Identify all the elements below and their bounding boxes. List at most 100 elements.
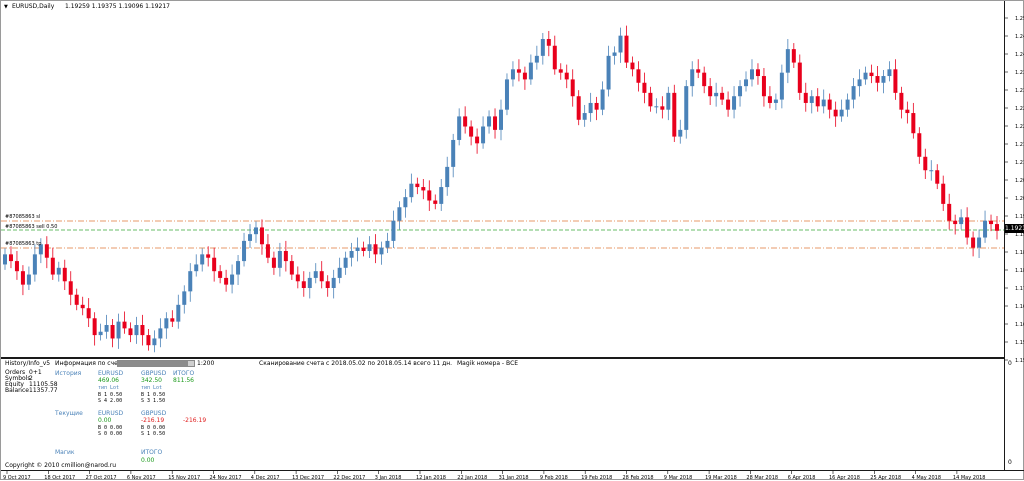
candle-body: [14, 261, 19, 272]
candle-body: [50, 257, 55, 275]
current-price-tag: 1.19217: [1005, 224, 1024, 233]
chart-window[interactable]: 1.25525 1.24985 1.24445 1.23905 1.23380 1.228…: [0, 0, 1024, 481]
candle-body: [773, 99, 778, 103]
leverage-label: 1:200: [197, 360, 215, 367]
candle-body: [164, 318, 169, 329]
date-axis-label: 6 Apr 2018: [788, 475, 816, 481]
candle-body: [397, 207, 402, 221]
candle-body: [726, 99, 731, 110]
candle-body: [463, 116, 468, 127]
current-total-value: -216.19: [183, 417, 207, 424]
candle-body: [415, 183, 420, 188]
candle-body: [379, 247, 384, 255]
candle-body: [391, 220, 396, 241]
candle-body: [720, 92, 725, 100]
candle-body: [744, 79, 749, 87]
candle-body: [911, 113, 916, 134]
balance-label: Balance: [5, 387, 29, 394]
candle-body: [546, 39, 551, 46]
candle-body: [600, 89, 605, 110]
candle-body: [504, 79, 509, 110]
candle-body: [86, 308, 91, 319]
candle-body: [570, 79, 575, 97]
candle-body: [277, 250, 282, 268]
candle-body: [869, 72, 874, 77]
candle-body: [385, 240, 390, 248]
date-axis-label: 14 May 2018: [953, 475, 986, 481]
candle-body: [439, 187, 444, 204]
magic-total-value: 0.00: [141, 457, 155, 464]
candle-body: [558, 69, 563, 73]
candle-body: [899, 92, 904, 110]
candle-body: [905, 109, 910, 114]
scan-progress-fill: [118, 361, 188, 366]
dropdown-arrow-icon[interactable]: ▼: [4, 3, 8, 11]
candle-body: [636, 69, 641, 83]
candle-body: [612, 52, 617, 56]
price-axis-label: 1.22300: [1015, 124, 1024, 130]
price-axis-label: 1.22840: [1015, 106, 1024, 112]
candle-body: [230, 274, 235, 285]
candle-body: [373, 244, 378, 255]
candle-body: [576, 96, 581, 120]
date-axis-label: 9 Feb 2018: [540, 475, 568, 481]
sl-line-label: #87085863 sl: [5, 214, 41, 220]
candle-body: [301, 281, 306, 288]
candle-body: [732, 96, 737, 110]
candle-body: [457, 116, 462, 140]
candle-body: [499, 109, 503, 130]
candle-body: [977, 237, 982, 248]
candle-body: [218, 271, 223, 278]
candle-body: [110, 325, 115, 339]
date-axis-label: 31 Jan 2018: [499, 475, 529, 481]
candle-body: [427, 190, 432, 201]
candle-body: [755, 69, 760, 77]
candle-body: [582, 113, 587, 120]
candle-body: [469, 126, 474, 137]
candle-body: [749, 69, 754, 80]
candle-body: [708, 86, 713, 97]
candle-body: [26, 274, 31, 285]
candle-body: [158, 328, 163, 339]
candle-body: [92, 318, 97, 336]
candle-body: [875, 76, 880, 83]
candle-body: [104, 325, 109, 332]
candle-body: [433, 200, 438, 204]
price-chart[interactable]: 1.25525 1.24985 1.24445 1.23905 1.23380 1.228…: [1, 1, 1024, 481]
candle-body: [827, 99, 832, 110]
candle-body: [797, 62, 802, 93]
date-axis-label: 9 Mar 2018: [664, 475, 693, 481]
candle-body: [283, 250, 288, 262]
candle-body: [265, 244, 270, 258]
candle-body: [122, 321, 127, 329]
price-axis-label: 1.20155: [1015, 196, 1024, 202]
candle-body: [534, 55, 539, 63]
date-axis-label: 6 Nov 2017: [127, 475, 156, 481]
candle-body: [893, 69, 898, 93]
panel-separator[interactable]: [1, 357, 1004, 359]
candle-body: [648, 92, 653, 107]
candle-body: [809, 96, 814, 103]
candle-body: [959, 217, 964, 225]
candle-body: [319, 271, 324, 282]
current-label: Текущие: [55, 410, 83, 417]
price-axis-label: 1.15325: [1015, 358, 1024, 364]
date-axis-label: 22 Jan 2018: [457, 475, 487, 481]
candle-body: [941, 183, 946, 204]
price-axis-label: 1.15850: [1015, 340, 1024, 346]
candle-body: [487, 116, 492, 127]
candle-body: [493, 116, 498, 130]
candle-body: [271, 257, 276, 268]
magic-total-header: ИТОГО: [141, 449, 163, 456]
candle-body: [62, 267, 67, 282]
candle-body: [857, 79, 862, 87]
candle-body: [881, 76, 886, 83]
candle-body: [791, 49, 796, 63]
indicator-name: History/Info_v5: [5, 360, 51, 367]
candle-body: [421, 187, 426, 191]
candle-body: [224, 277, 229, 285]
history-label: История: [55, 370, 82, 377]
price-axis-label: 1.24985: [1015, 34, 1024, 40]
candle-body: [779, 72, 784, 100]
current-eurusd-sell: S 0 0.00: [98, 431, 123, 437]
